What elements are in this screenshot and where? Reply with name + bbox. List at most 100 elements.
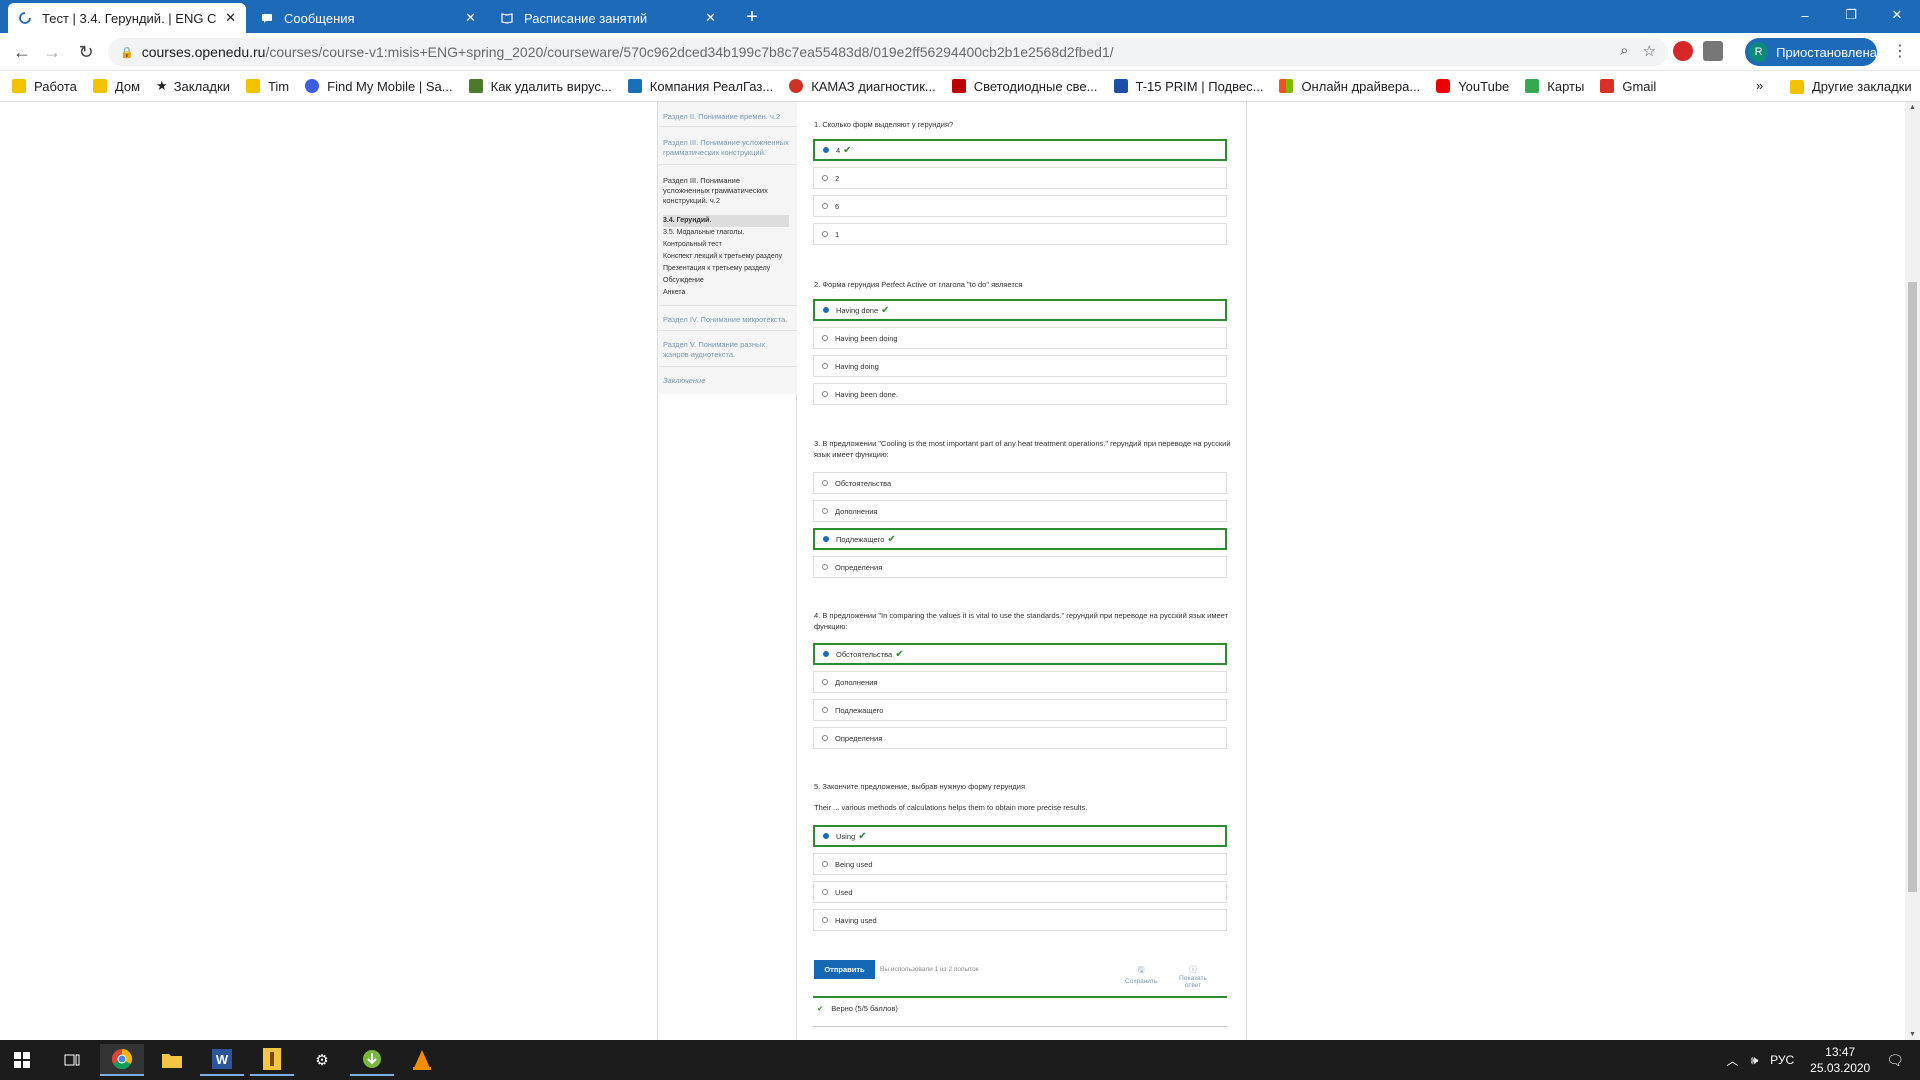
divider [658, 164, 797, 165]
answer-option[interactable]: 6 [813, 195, 1227, 217]
chrome-icon[interactable] [100, 1044, 144, 1076]
quiz-content: 1. Сколько форм выделяют у герундия? 4 ✔ … [797, 102, 1247, 1040]
nav-subsection[interactable]: 3.5. Модальные глаголы. [663, 227, 789, 239]
answer-option[interactable]: 2 [813, 167, 1227, 189]
forward-arrow-icon[interactable]: → [40, 40, 64, 64]
answer-option[interactable]: Having done ✔ [813, 299, 1227, 321]
nav-section-open[interactable]: Раздел III. Понимание усложненных грамма… [663, 176, 781, 206]
book-icon [500, 11, 514, 25]
restore-button[interactable]: ❐ [1828, 0, 1874, 30]
answer-option[interactable]: Обстоятельства [813, 472, 1227, 494]
answer-option[interactable]: Being used [813, 853, 1227, 875]
bookmark-item[interactable]: Работа [12, 79, 77, 94]
notifications-icon[interactable]: 🗨 [1886, 1052, 1904, 1069]
bookmark-item[interactable]: Светодиодные све... [951, 79, 1098, 94]
torrent-icon[interactable] [350, 1044, 394, 1076]
nav-section-link[interactable]: Раздел II. Понимание времен. ч.2 [663, 112, 791, 122]
nav-section-link[interactable]: Заключение [663, 376, 791, 386]
answer-option[interactable]: Определения [813, 556, 1227, 578]
bookmark-item[interactable]: Tim [245, 79, 289, 94]
bookmark-item[interactable]: T-15 PRIM | Подвес... [1113, 79, 1263, 94]
tab-schedule[interactable]: Расписание занятий ✕ [490, 3, 726, 33]
new-tab-button[interactable]: + [740, 4, 764, 30]
answer-option[interactable]: Подлежащего [813, 699, 1227, 721]
windows-start-icon[interactable] [0, 1044, 44, 1076]
volume-icon[interactable]: 🕪 [1751, 1053, 1759, 1068]
show-answer-button[interactable]: ⓘ Показать ответ [1171, 964, 1215, 989]
nav-section-link[interactable]: Раздел IV. Понимание микротекста. [663, 315, 791, 325]
nav-subsection[interactable]: Обсуждение [663, 275, 789, 287]
bookmark-item[interactable]: Дом [92, 79, 140, 94]
tab-test[interactable]: Тест | 3.4. Герундий. | ENG Содер ✕ [8, 3, 246, 33]
language-indicator[interactable]: РУС [1770, 1053, 1794, 1067]
back-arrow-icon[interactable]: ← [10, 40, 34, 64]
windows-taskbar: W ⚙ ︿ 🕪 РУС 13:47 25.03.2020 🗨 [0, 1040, 1920, 1080]
file-explorer-icon[interactable] [150, 1044, 194, 1076]
save-button[interactable]: 🖫 Сохранить [1125, 964, 1157, 985]
answer-option[interactable]: Having been doing [813, 327, 1227, 349]
radio-selected-icon [823, 536, 829, 542]
address-bar[interactable]: 🔒 courses.openedu.ru/courses/course-v1:m… [108, 38, 1668, 66]
bookmark-item[interactable]: Find My Mobile | Sa... [305, 79, 453, 94]
bookmark-item[interactable]: Компания РеалГаз... [627, 79, 773, 94]
close-icon[interactable]: ✕ [225, 10, 236, 26]
close-icon[interactable]: ✕ [465, 10, 476, 26]
chat-icon [260, 11, 274, 25]
bookmark-item[interactable]: КАМАЗ диагностик... [789, 79, 936, 94]
minimize-button[interactable]: – [1782, 0, 1828, 30]
bookmark-item[interactable]: YouTube [1436, 79, 1509, 94]
radio-icon [822, 917, 828, 923]
scroll-down-arrow-icon[interactable]: ▼ [1905, 1031, 1920, 1038]
clock[interactable]: 13:47 25.03.2020 [1810, 1044, 1870, 1076]
answer-option[interactable]: Having doing [813, 355, 1227, 377]
answer-option[interactable]: Определения [813, 727, 1227, 749]
bookmarks-overflow-button[interactable]: » [1756, 78, 1763, 93]
answer-option[interactable]: Подлежащего ✔ [813, 528, 1227, 550]
answer-option[interactable]: Обстоятельства ✔ [813, 643, 1227, 665]
bookmark-item[interactable]: ★ Закладки [156, 78, 230, 94]
nav-section-link[interactable]: Раздел V. Понимание разных жанров аудиот… [663, 340, 773, 360]
window-close-button[interactable]: ✕ [1874, 0, 1920, 30]
document-app-icon[interactable] [250, 1044, 294, 1076]
reload-icon[interactable]: ↻ [74, 40, 98, 64]
answer-option[interactable]: Having been done. [813, 383, 1227, 405]
nav-subsection[interactable]: Презентация к третьему разделу [663, 263, 789, 275]
bookmark-item[interactable]: Карты [1525, 79, 1584, 94]
close-icon[interactable]: ✕ [705, 10, 716, 26]
word-icon[interactable]: W [200, 1044, 244, 1076]
bookmark-item[interactable]: Gmail [1600, 79, 1656, 94]
submit-button[interactable]: Отправить [814, 960, 875, 979]
answer-option[interactable]: Дополнения [813, 500, 1227, 522]
answer-option[interactable]: Used [813, 881, 1227, 903]
zoom-icon[interactable]: ⌕ [1620, 42, 1628, 60]
bookmark-star-icon[interactable]: ☆ [1643, 42, 1656, 60]
menu-dots-icon[interactable]: ⋮ [1892, 41, 1908, 61]
settings-gear-icon[interactable]: ⚙ [300, 1044, 344, 1076]
tab-messages[interactable]: Сообщения ✕ [250, 3, 486, 33]
chevron-up-icon[interactable]: ︿ [1727, 1052, 1739, 1069]
vlc-icon[interactable] [400, 1044, 444, 1076]
bookmark-item[interactable]: Онлайн драйвера... [1279, 79, 1420, 94]
nav-subsection[interactable]: Контрольный тест [663, 239, 789, 251]
attempts-counter: Вы использовали 1 из 2 попыток [880, 966, 979, 973]
other-bookmarks[interactable]: Другие закладки [1790, 71, 1912, 102]
nav-subsection[interactable]: Анкета [663, 287, 789, 299]
nav-section-link[interactable]: Раздел III. Понимание усложненных грамма… [663, 138, 791, 158]
browser-tab-bar: Тест | 3.4. Герундий. | ENG Содер ✕ Сооб… [0, 0, 1920, 33]
scrollbar-thumb[interactable] [1908, 282, 1917, 892]
profile-button[interactable]: R Приостановлена [1745, 38, 1877, 66]
nav-subsection-current[interactable]: 3.4. Герундий. [663, 215, 789, 227]
scroll-up-arrow-icon[interactable]: ▲ [1905, 104, 1920, 111]
answer-option[interactable]: 1 [813, 223, 1227, 245]
nav-subsection[interactable]: Конспект лекций к третьему разделу [663, 251, 789, 263]
answer-option[interactable]: Using ✔ [813, 825, 1227, 847]
checkmark-icon: ✔ [881, 304, 890, 316]
answer-option[interactable]: 4 ✔ [813, 139, 1227, 161]
answer-option[interactable]: Дополнения [813, 671, 1227, 693]
answer-option[interactable]: Having used [813, 909, 1227, 931]
extension-grey-icon[interactable] [1703, 41, 1723, 61]
extension-red-icon[interactable] [1673, 41, 1693, 61]
task-view-icon[interactable] [50, 1044, 94, 1076]
page-scrollbar[interactable]: ▲ ▼ [1905, 102, 1920, 1040]
bookmark-item[interactable]: Как удалить вирус... [468, 79, 612, 94]
